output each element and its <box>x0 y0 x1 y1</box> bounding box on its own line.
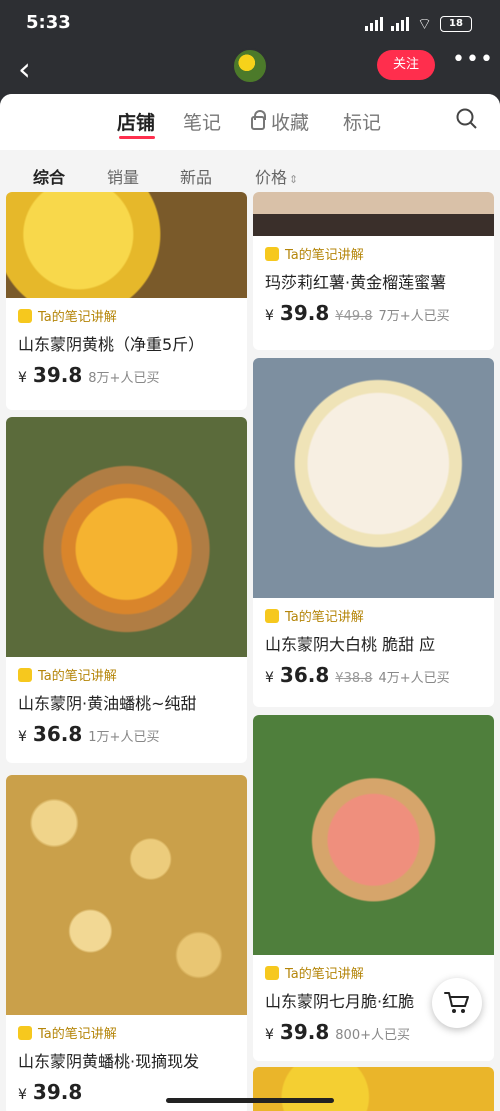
tab-bar: 店铺 笔记 收藏 标记 <box>0 94 500 150</box>
product-card[interactable]: Ta的笔记讲解 玛莎莉红薯·黄金榴莲蜜薯 ¥39.8 ¥49.8 7万+人已买 <box>253 192 494 350</box>
filter-comprehensive[interactable]: 综合 <box>33 164 65 188</box>
home-indicator[interactable] <box>166 1098 334 1103</box>
original-price-value: 49.8 <box>343 309 373 324</box>
note-badge-label: Ta的笔记讲解 <box>285 610 364 625</box>
price: 36.8 <box>32 722 83 746</box>
currency: ¥ <box>265 308 274 324</box>
price: 39.8 <box>279 301 330 325</box>
product-card[interactable]: Ta的笔记讲解 山东蒙阴黄桃（净重5斤） ¥39.8 8万+人已买 <box>6 192 247 410</box>
product-card[interactable]: Ta的笔记讲解 山东蒙阴大白桃 脆甜 应 ¥36.8 ¥38.8 4万+人已买 <box>253 358 494 707</box>
price-line: ¥39.8 8万+人已买 <box>18 363 235 387</box>
filter-price-label: 价格 <box>255 168 288 187</box>
original-price: ¥49.8 <box>335 309 372 324</box>
note-badge: Ta的笔记讲解 <box>18 665 235 684</box>
filter-price[interactable]: 价格 ⇕ <box>255 164 298 188</box>
price-line: ¥36.8 1万+人已买 <box>18 722 235 746</box>
sold-count: 1万+人已买 <box>88 730 160 745</box>
sold-count: 800+人已买 <box>335 1028 410 1043</box>
price-line: ¥36.8 ¥38.8 4万+人已买 <box>265 663 482 687</box>
tab-marks[interactable]: 标记 <box>343 108 381 135</box>
sold-count: 4万+人已买 <box>378 671 450 686</box>
product-card[interactable]: Ta的笔记讲解 山东蒙阴黄蟠桃·现摘现发 ¥39.8 <box>6 775 247 1111</box>
note-badge-label: Ta的笔记讲解 <box>38 310 117 325</box>
note-badge: Ta的笔记讲解 <box>265 606 482 625</box>
note-badge: Ta的笔记讲解 <box>265 244 482 263</box>
product-image <box>253 358 494 598</box>
product-image <box>6 417 247 657</box>
sold-count: 7万+人已买 <box>378 309 450 324</box>
price-line: ¥39.8 ¥49.8 7万+人已买 <box>265 301 482 325</box>
price: 39.8 <box>32 363 83 387</box>
product-image <box>6 775 247 1015</box>
cart-button[interactable] <box>432 978 482 1028</box>
note-badge: Ta的笔记讲解 <box>18 306 235 325</box>
currency: ¥ <box>18 729 27 745</box>
battery-icon: 18 <box>440 16 472 32</box>
currency: ¥ <box>18 1087 27 1103</box>
product-title: 山东蒙阴黄蟠桃·现摘现发 <box>18 1052 200 1071</box>
cart-icon <box>444 992 469 1013</box>
note-badge: Ta的笔记讲解 <box>18 1023 235 1042</box>
status-bar: 5:33 ⌔ 18 <box>0 0 500 46</box>
note-badge-label: Ta的笔记讲解 <box>38 669 117 684</box>
note-icon <box>265 608 279 623</box>
tab-favorites[interactable]: 收藏 <box>251 108 309 135</box>
tab-notes[interactable]: 笔记 <box>183 108 221 135</box>
status-time: 5:33 <box>26 12 71 33</box>
shop-header: ‹ 关注 ••• <box>0 46 500 96</box>
filter-new[interactable]: 新品 <box>180 164 212 188</box>
tab-favorites-label: 收藏 <box>271 112 310 134</box>
product-title: 山东蒙阴·黄油蟠桃~纯甜 <box>18 694 197 713</box>
signal-icon-2 <box>390 17 409 31</box>
note-badge-label: Ta的笔记讲解 <box>38 1027 117 1042</box>
currency: ¥ <box>265 1027 274 1043</box>
product-image <box>6 192 247 298</box>
shop-avatar[interactable] <box>232 48 268 84</box>
tab-shop[interactable]: 店铺 <box>117 108 155 135</box>
back-arrow-icon[interactable]: ‹ <box>18 52 44 88</box>
signal-icon <box>364 17 383 31</box>
price: 36.8 <box>279 663 330 687</box>
original-price-value: 38.8 <box>343 671 373 686</box>
original-currency: ¥ <box>335 671 344 686</box>
product-card[interactable] <box>253 1067 494 1111</box>
original-price: ¥38.8 <box>335 671 372 686</box>
more-icon[interactable]: ••• <box>452 48 493 78</box>
product-title: 玛莎莉红薯·黄金榴莲蜜薯 <box>265 273 447 292</box>
price: 39.8 <box>279 1020 330 1044</box>
tab-active-indicator <box>119 136 155 139</box>
product-image <box>253 715 494 955</box>
note-badge-label: Ta的笔记讲解 <box>285 248 364 263</box>
note-icon <box>265 246 279 261</box>
wifi-icon: ⌔ <box>416 14 432 33</box>
currency: ¥ <box>18 370 27 386</box>
original-currency: ¥ <box>335 309 344 324</box>
product-title: 山东蒙阴黄桃（净重5斤） <box>18 335 205 354</box>
currency: ¥ <box>265 670 274 686</box>
status-icons: ⌔ 18 <box>364 14 472 34</box>
note-badge-label: Ta的笔记讲解 <box>285 967 364 982</box>
product-image <box>253 192 494 236</box>
note-icon <box>18 308 32 323</box>
follow-button[interactable]: 关注 <box>377 50 435 80</box>
search-icon[interactable] <box>456 108 478 130</box>
product-title: 山东蒙阴大白桃 脆甜 应 <box>265 635 436 654</box>
product-image <box>253 1067 494 1111</box>
note-icon <box>18 1025 32 1040</box>
sort-icon: ⇕ <box>289 173 299 186</box>
lock-icon <box>251 110 266 130</box>
sold-count: 8万+人已买 <box>88 371 160 386</box>
product-card[interactable]: Ta的笔记讲解 山东蒙阴·黄油蟠桃~纯甜 ¥36.8 1万+人已买 <box>6 417 247 763</box>
filter-sales[interactable]: 销量 <box>107 164 139 188</box>
price: 39.8 <box>32 1080 83 1104</box>
product-grid: Ta的笔记讲解 山东蒙阴黄桃（净重5斤） ¥39.8 8万+人已买 Ta的笔记讲… <box>0 192 500 1111</box>
shop-sheet: 店铺 笔记 收藏 标记 综合 销量 新品 价格 ⇕ Ta的笔记讲解 山东蒙阴黄桃（… <box>0 94 500 1111</box>
note-icon <box>265 965 279 980</box>
note-icon <box>18 667 32 682</box>
